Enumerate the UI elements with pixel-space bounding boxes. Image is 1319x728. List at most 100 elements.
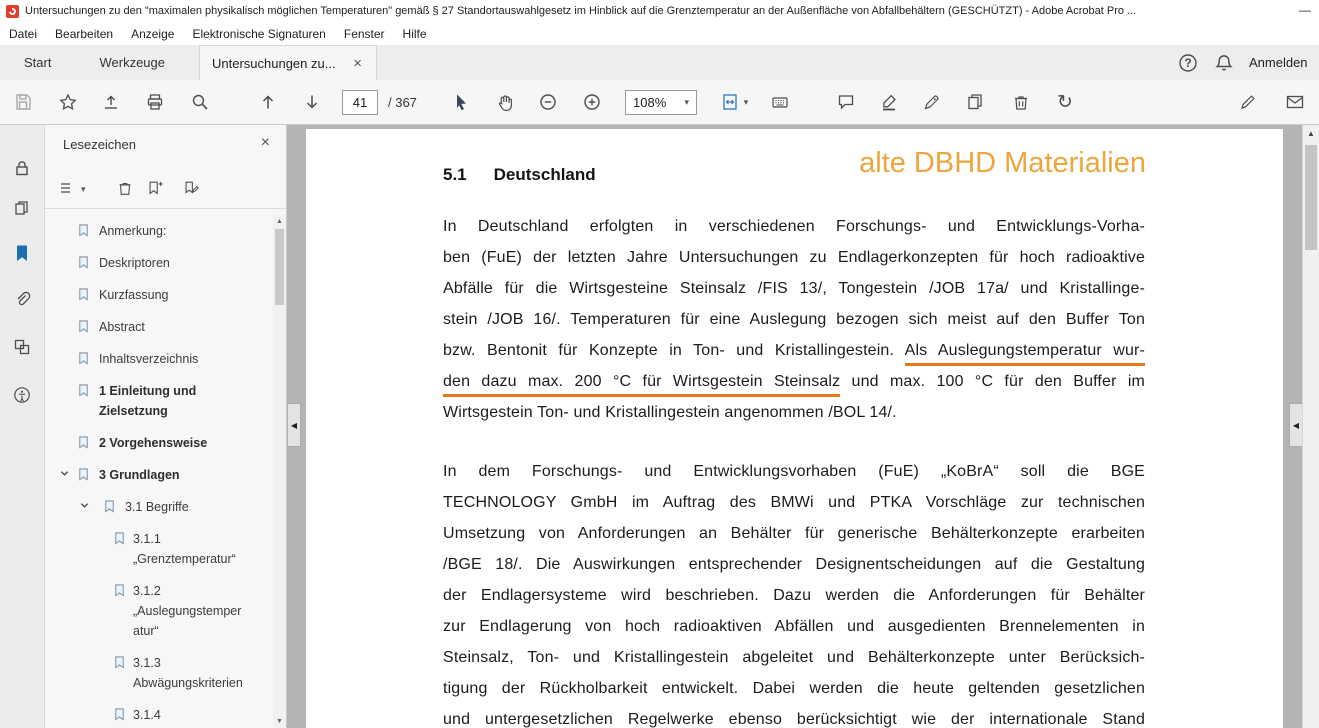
text-run: und max. 100 °C für den Buffer im xyxy=(840,373,1145,390)
stamps-button[interactable] xyxy=(958,85,992,119)
panel-close-icon[interactable]: × xyxy=(261,135,270,151)
sign-button[interactable] xyxy=(915,85,949,119)
menu-item-hilfe[interactable]: Hilfe xyxy=(394,22,436,45)
tab-close-icon[interactable]: × xyxy=(351,55,364,72)
bookmark-item[interactable]: Anmerkung: xyxy=(45,215,272,247)
delete-bookmark-button[interactable] xyxy=(111,174,139,202)
paragraph-1: In Deutschland erfolgten in verschiedene… xyxy=(443,211,1145,428)
navigation-rail xyxy=(0,125,45,728)
bookmark-label: 3.1.4 xyxy=(133,705,247,725)
scrollbar-thumb[interactable] xyxy=(1305,145,1317,250)
text-run: Wirtsgestein Ton- und Kristallingestein … xyxy=(443,404,897,421)
highlight-button[interactable] xyxy=(872,85,906,119)
zoom-out-button[interactable] xyxy=(531,85,565,119)
help-button[interactable]: ? xyxy=(1177,52,1199,74)
bookmark-options-button[interactable] xyxy=(53,174,81,202)
accessibility-button[interactable] xyxy=(6,379,38,411)
bookmark-icon xyxy=(77,467,91,482)
tab-werkzeuge[interactable]: Werkzeuge xyxy=(75,45,189,80)
print-button[interactable] xyxy=(138,85,172,119)
layers-button[interactable] xyxy=(6,331,38,363)
bookmark-label: 1 Einleitung und Zielsetzung xyxy=(99,381,261,421)
orange-annotation-text: alte DBHD Materialien xyxy=(859,147,1146,180)
zoom-in-button[interactable] xyxy=(575,85,609,119)
save-button[interactable] xyxy=(6,85,40,119)
bookmark-item[interactable]: Inhaltsverzeichnis xyxy=(45,343,272,375)
chevron-down-icon[interactable] xyxy=(59,468,71,480)
scroll-down-icon[interactable]: ▼ xyxy=(273,715,286,728)
security-settings-button[interactable] xyxy=(6,152,38,184)
bookmark-item[interactable]: 1 Einleitung und Zielsetzung xyxy=(45,375,272,427)
bookmarks-toolbar: ▾ xyxy=(45,167,286,209)
bookmark-label: 3.1.2 „Auslegungstemperatur“ xyxy=(133,581,247,641)
bookmark-label: 3.1.3 Abwägungskriterien xyxy=(133,653,247,693)
collapse-right-panel-handle[interactable]: ◀ xyxy=(1289,403,1302,447)
scrollbar-thumb[interactable] xyxy=(275,229,284,305)
document-line: /BGE 18/. Die Auswirkungen entsprechende… xyxy=(443,549,1145,580)
fit-width-button[interactable]: ▾ xyxy=(711,85,757,119)
rotate-pages-button[interactable]: ↻ xyxy=(1048,85,1082,119)
bookmark-item[interactable]: 3.1 Begriffe xyxy=(45,491,272,523)
tab-start[interactable]: Start xyxy=(0,45,75,80)
text-run: stein /JOB 16/. Temperaturen für eine Au… xyxy=(443,311,1145,328)
select-tool-button[interactable] xyxy=(444,85,478,119)
bookmark-icon xyxy=(113,583,127,598)
document-line: ben (FuE) der letzten Jahre Untersuchung… xyxy=(443,242,1145,273)
menu-item-datei[interactable]: Datei xyxy=(0,22,46,45)
pointer-icon xyxy=(451,92,471,112)
bookmark-item[interactable]: Deskriptoren xyxy=(45,247,272,279)
bookmarks-scrollbar[interactable]: ▲ ▼ xyxy=(273,215,286,728)
chevron-down-icon[interactable] xyxy=(79,500,91,512)
bookmark-item[interactable]: 3 Grundlagen xyxy=(45,459,272,491)
scroll-up-icon[interactable]: ▲ xyxy=(1303,125,1319,141)
menu-item-bearbeiten[interactable]: Bearbeiten xyxy=(46,22,122,45)
zoom-level-control[interactable]: 108% ▾ xyxy=(625,90,697,115)
share-button[interactable] xyxy=(94,85,128,119)
bookmark-item[interactable]: 3.1.1 „Grenztemperatur“ xyxy=(45,523,272,575)
document-scrollbar[interactable]: ▲ xyxy=(1302,125,1319,728)
comment-button[interactable] xyxy=(829,85,863,119)
signin-button[interactable]: Anmelden xyxy=(1249,55,1319,70)
main-toolbar: / 367 108% ▾ ▾ ↻ xyxy=(0,80,1319,125)
text-run: In dem Forschungs- und Entwicklungsvorha… xyxy=(443,463,1145,480)
page-number-input[interactable] xyxy=(342,90,378,115)
document-line: der Endlagersysteme wird beschrieben. Da… xyxy=(443,580,1145,611)
edit-bookmark-button[interactable] xyxy=(177,174,205,202)
menu-bar: DateiBearbeitenAnzeigeElektronische Sign… xyxy=(0,22,1319,45)
minimize-button[interactable]: — xyxy=(1293,0,1317,22)
paperclip-icon xyxy=(12,289,32,309)
orange-underlined-text: Als Auslegungstemperatur wur- xyxy=(905,342,1145,366)
page-thumbnails-button[interactable] xyxy=(6,192,38,224)
bookmark-item[interactable]: 3.1.4 xyxy=(45,699,272,728)
menu-item-elektronische-signaturen[interactable]: Elektronische Signaturen xyxy=(183,22,334,45)
previous-page-button[interactable] xyxy=(251,85,285,119)
next-page-button[interactable] xyxy=(295,85,329,119)
collapse-left-panel-handle[interactable]: ◀ xyxy=(288,403,301,447)
email-button[interactable] xyxy=(1278,85,1312,119)
document-line: Steinsalz, Ton- und Kristallingestein ab… xyxy=(443,642,1145,673)
menu-item-fenster[interactable]: Fenster xyxy=(335,22,394,45)
upload-icon xyxy=(101,92,121,112)
question-mark-glyph: ? xyxy=(1177,52,1199,74)
search-button[interactable] xyxy=(183,85,217,119)
page-total-label: / 367 xyxy=(388,80,417,125)
bookmark-item[interactable]: Abstract xyxy=(45,311,272,343)
delete-pages-button[interactable] xyxy=(1004,85,1038,119)
link-tool-button[interactable] xyxy=(1231,85,1265,119)
bookmark-item[interactable]: Kurzfassung xyxy=(45,279,272,311)
scroll-up-icon[interactable]: ▲ xyxy=(273,215,286,228)
favorites-button[interactable] xyxy=(51,85,85,119)
tab-document[interactable]: Untersuchungen zu... × xyxy=(199,45,377,80)
star-icon xyxy=(58,92,78,112)
menu-item-anzeige[interactable]: Anzeige xyxy=(122,22,183,45)
new-bookmark-button[interactable] xyxy=(141,174,169,202)
bookmarks-panel-button[interactable] xyxy=(6,237,38,269)
touch-mode-button[interactable] xyxy=(763,85,797,119)
document-line: stein /JOB 16/. Temperaturen für eine Au… xyxy=(443,304,1145,335)
bookmark-item[interactable]: 3.1.3 Abwägungskriterien xyxy=(45,647,272,699)
hand-tool-button[interactable] xyxy=(488,85,522,119)
bookmark-item[interactable]: 3.1.2 „Auslegungstemperatur“ xyxy=(45,575,272,647)
attachments-button[interactable] xyxy=(6,283,38,315)
notifications-button[interactable] xyxy=(1213,52,1235,74)
bookmark-item[interactable]: 2 Vorgehensweise xyxy=(45,427,272,459)
